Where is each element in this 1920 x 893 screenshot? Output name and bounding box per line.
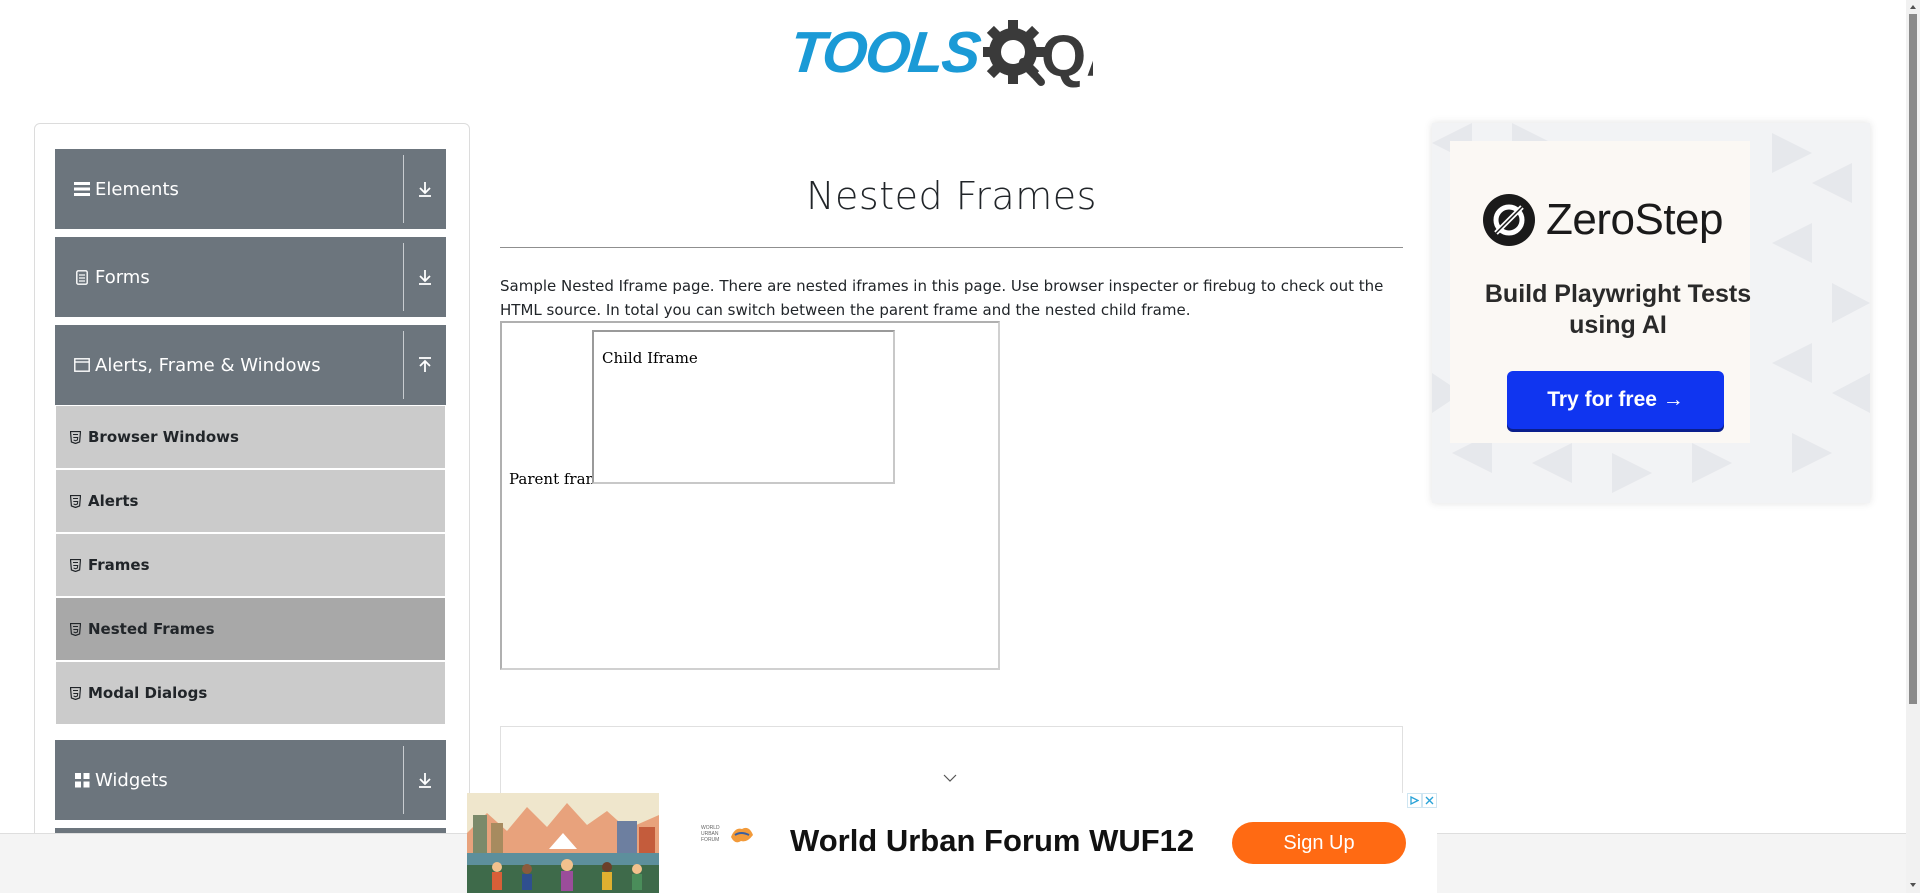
ad-card: ZeroStep Build Playwright Tests using AI… bbox=[1450, 141, 1751, 443]
html5-icon bbox=[70, 430, 81, 444]
gear-magnifier-icon: QA bbox=[982, 20, 1093, 89]
sidebar-item-browser-windows[interactable]: Browser Windows bbox=[56, 406, 445, 468]
wuf-logo-mark bbox=[731, 827, 753, 843]
download-arrow-icon[interactable] bbox=[404, 181, 446, 197]
download-arrow-icon[interactable] bbox=[404, 772, 446, 788]
sidebar-group-elements[interactable]: Elements bbox=[55, 149, 446, 229]
hamburger-icon bbox=[73, 182, 91, 196]
html5-icon bbox=[70, 622, 81, 636]
sidebar-item-nested-frames[interactable]: Nested Frames bbox=[56, 598, 445, 660]
sidebar-item-frames[interactable]: Frames bbox=[56, 534, 445, 596]
html5-icon bbox=[70, 558, 81, 572]
toolsqa-logo[interactable]: TOOLS QA bbox=[787, 14, 1093, 90]
sidebar-group-widgets[interactable]: Widgets bbox=[55, 740, 446, 820]
download-arrow-icon[interactable] bbox=[404, 269, 446, 285]
brand-name: ZeroStep bbox=[1546, 195, 1723, 244]
banner-headline: World Urban Forum WUF12 bbox=[790, 823, 1195, 858]
sidebar-group-label: Alerts, Frame & Windows bbox=[95, 354, 321, 376]
sidebar-group-label: Elements bbox=[95, 178, 179, 200]
sidebar-group-alerts-frame-windows[interactable]: Alerts, Frame & Windows bbox=[55, 325, 446, 405]
sidebar-item-label: Browser Windows bbox=[88, 428, 239, 446]
html5-icon bbox=[70, 686, 81, 700]
adchoices[interactable] bbox=[1407, 793, 1437, 808]
try-for-free-button[interactable]: Try for free → bbox=[1507, 371, 1724, 429]
upload-arrow-icon[interactable] bbox=[404, 357, 446, 373]
logo-text-qa: QA bbox=[1041, 24, 1093, 89]
sidebar-item-alerts[interactable]: Alerts bbox=[56, 470, 445, 532]
ad-headline: Build Playwright Tests using AI bbox=[1484, 280, 1752, 339]
child-iframe-text: Child Iframe bbox=[602, 349, 698, 367]
zerostep-ad[interactable]: ZeroStep Build Playwright Tests using AI… bbox=[1432, 123, 1870, 503]
chevron-down-icon[interactable] bbox=[942, 773, 958, 783]
page-title: Nested Frames bbox=[806, 174, 1097, 218]
wuf12-banner-ad[interactable]: WORLD URBAN FORUM World Urban Forum WUF1… bbox=[467, 793, 1437, 893]
grid-icon bbox=[73, 772, 91, 788]
sidebar-item-label: Frames bbox=[88, 556, 150, 574]
sidebar-item-label: Nested Frames bbox=[88, 620, 215, 638]
page-description: Sample Nested Iframe page. There are nes… bbox=[500, 277, 1384, 319]
sidebar-item-modal-dialogs[interactable]: Modal Dialogs bbox=[56, 662, 445, 724]
banner-illustration bbox=[467, 793, 659, 893]
title-divider bbox=[500, 247, 1403, 248]
sidebar-group-label: Widgets bbox=[95, 769, 168, 791]
zerostep-logo-icon bbox=[1483, 194, 1535, 246]
scroll-up-arrow-icon[interactable] bbox=[1909, 3, 1917, 11]
wuf-logo: WORLD URBAN FORUM bbox=[701, 823, 755, 845]
adchoices-icon[interactable] bbox=[1407, 793, 1422, 808]
document-icon bbox=[73, 269, 91, 285]
zerostep-brand: ZeroStep bbox=[1482, 193, 1723, 247]
scroll-down-arrow-icon[interactable] bbox=[1909, 881, 1917, 889]
logo-text: TOOLS bbox=[786, 19, 983, 85]
scrollbar-thumb[interactable] bbox=[1909, 14, 1917, 704]
close-ad-icon[interactable] bbox=[1422, 793, 1437, 808]
sidebar-group-label: Forms bbox=[95, 266, 150, 288]
sign-up-button[interactable]: Sign Up bbox=[1232, 822, 1406, 864]
sidebar-group-forms[interactable]: Forms bbox=[55, 237, 446, 317]
sidebar-item-label: Modal Dialogs bbox=[88, 684, 208, 702]
wuf-logo-text: WORLD URBAN FORUM bbox=[701, 825, 720, 843]
html5-icon bbox=[70, 494, 81, 508]
vertical-scrollbar[interactable] bbox=[1906, 0, 1920, 893]
sidebar-item-label: Alerts bbox=[88, 492, 139, 510]
window-icon bbox=[73, 358, 91, 372]
